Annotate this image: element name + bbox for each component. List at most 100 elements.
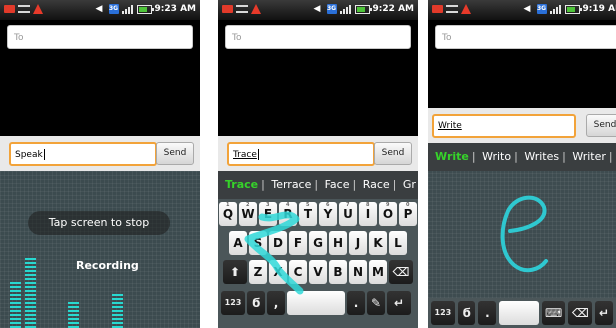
key-p[interactable]: 0P bbox=[399, 202, 417, 226]
level-meter-segment bbox=[112, 314, 123, 316]
suggestion-item[interactable]: Write bbox=[435, 150, 469, 163]
key-v[interactable]: V bbox=[309, 260, 327, 284]
level-meter-segment bbox=[25, 322, 36, 324]
key-f[interactable]: F bbox=[289, 231, 307, 255]
suggestion-item[interactable]: Race bbox=[363, 178, 390, 191]
compose-bar: Speak Send bbox=[0, 136, 200, 171]
screenshot-collage: ◀ 3G 9:23 AM To Speak Send Tap screen to… bbox=[0, 0, 616, 328]
suggestion-item[interactable]: Terrace bbox=[271, 178, 311, 191]
warning-icon bbox=[33, 4, 43, 14]
level-meter-segment bbox=[25, 286, 36, 288]
level-meter-segment bbox=[112, 318, 123, 320]
send-button[interactable]: Send bbox=[586, 114, 616, 137]
level-meter-segment bbox=[112, 298, 123, 300]
level-meter-segment bbox=[10, 302, 21, 304]
3g-icon: 3G bbox=[108, 4, 119, 14]
key-r[interactable]: 4R bbox=[279, 202, 297, 226]
voice-recording-panel[interactable]: Tap screen to stop Recording bbox=[0, 171, 200, 328]
level-meter-segment bbox=[10, 286, 21, 288]
message-input[interactable]: Trace bbox=[227, 142, 375, 166]
message-icon bbox=[432, 5, 443, 13]
swype-icon[interactable]: ϭ bbox=[457, 301, 476, 325]
message-icon bbox=[222, 5, 233, 13]
mic-icon[interactable]: ✎ bbox=[367, 291, 385, 315]
key-o[interactable]: 9O bbox=[379, 202, 397, 226]
message-input[interactable]: Speak bbox=[9, 142, 157, 166]
key-j[interactable]: J bbox=[349, 231, 367, 255]
comma-key[interactable]: , bbox=[267, 291, 285, 315]
recording-label: Recording bbox=[76, 259, 139, 272]
message-input[interactable]: Write bbox=[432, 114, 576, 138]
enter-icon[interactable]: ↵ bbox=[595, 301, 613, 325]
period-key[interactable]: . bbox=[347, 291, 365, 315]
level-meter-segment bbox=[112, 310, 123, 312]
suggestion-item[interactable]: Trace bbox=[225, 178, 258, 191]
level-meter-segment bbox=[25, 274, 36, 276]
level-meter-segment bbox=[25, 278, 36, 280]
phone-screen-speak: ◀ 3G 9:23 AM To Speak Send Tap screen to… bbox=[0, 0, 200, 328]
space-key[interactable] bbox=[287, 291, 345, 315]
to-field[interactable]: To bbox=[435, 25, 616, 49]
signal-icon bbox=[121, 4, 134, 14]
to-field[interactable]: To bbox=[225, 25, 411, 49]
key-b[interactable]: B bbox=[329, 260, 347, 284]
suggestion-item[interactable]: Writes bbox=[524, 150, 559, 163]
status-time: 9:22 AM bbox=[372, 4, 414, 14]
level-meter-segment bbox=[25, 270, 36, 272]
key-s[interactable]: S bbox=[249, 231, 267, 255]
key-g[interactable]: G bbox=[309, 231, 327, 255]
handwriting-area[interactable] bbox=[428, 171, 616, 298]
key-w[interactable]: 2W bbox=[239, 202, 257, 226]
key-k[interactable]: K bbox=[369, 231, 387, 255]
key-e[interactable]: 3E bbox=[259, 202, 277, 226]
send-button[interactable]: Send bbox=[374, 142, 412, 165]
level-meter-segment bbox=[25, 302, 36, 304]
key-u[interactable]: 7U bbox=[339, 202, 357, 226]
key-a[interactable]: A bbox=[229, 231, 247, 255]
level-meter-segment bbox=[10, 322, 21, 324]
keyboard-row-4: 123 ϭ , . ✎ ↵ bbox=[218, 291, 418, 317]
shift-icon[interactable]: ⬆ bbox=[223, 260, 247, 284]
message-text: Write bbox=[438, 121, 462, 131]
level-meter-bar bbox=[25, 256, 36, 328]
swype-icon[interactable]: ϭ bbox=[247, 291, 265, 315]
key-l[interactable]: L bbox=[389, 231, 407, 255]
level-meter-segment bbox=[25, 294, 36, 296]
suggestion-item[interactable]: Gr bbox=[403, 178, 416, 191]
level-meter-segment bbox=[25, 318, 36, 320]
status-time: 9:23 AM bbox=[154, 4, 196, 14]
key-z[interactable]: Z bbox=[249, 260, 267, 284]
send-button[interactable]: Send bbox=[156, 142, 194, 165]
status-bar: ◀ 3G 9:23 AM bbox=[0, 0, 200, 20]
level-meter-segment bbox=[25, 282, 36, 284]
keyboard-row-1: 1Q 2W 3E 4R 5T 6Y 7U 8I 9O 0P bbox=[218, 202, 418, 228]
key-m[interactable]: M bbox=[369, 260, 387, 284]
keyboard-icon[interactable]: ⌨ bbox=[541, 301, 566, 325]
message-text: Trace bbox=[233, 150, 257, 160]
suggestion-item[interactable]: Writo bbox=[482, 150, 511, 163]
suggestion-item[interactable]: Writer bbox=[572, 150, 606, 163]
suggestion-item[interactable]: Face bbox=[325, 178, 350, 191]
mute-icon: ◀ bbox=[95, 4, 103, 14]
key-i[interactable]: 8I bbox=[359, 202, 377, 226]
signal-icon bbox=[339, 4, 352, 14]
key-t[interactable]: 5T bbox=[299, 202, 317, 226]
space-key[interactable] bbox=[499, 301, 539, 325]
key-q[interactable]: 1Q bbox=[219, 202, 237, 226]
to-field[interactable]: To bbox=[7, 25, 193, 49]
period-key[interactable]: . bbox=[478, 301, 497, 325]
message-thread-area bbox=[428, 52, 616, 108]
level-meter-segment bbox=[10, 282, 21, 284]
backspace-icon[interactable]: ⌫ bbox=[389, 260, 413, 284]
symbols-key[interactable]: 123 bbox=[431, 301, 455, 325]
symbols-key[interactable]: 123 bbox=[221, 291, 245, 315]
enter-icon[interactable]: ↵ bbox=[387, 291, 411, 315]
key-n[interactable]: N bbox=[349, 260, 367, 284]
key-d[interactable]: D bbox=[269, 231, 287, 255]
key-y[interactable]: 6Y bbox=[319, 202, 337, 226]
3g-icon: 3G bbox=[536, 4, 547, 14]
key-h[interactable]: H bbox=[329, 231, 347, 255]
key-x[interactable]: X bbox=[269, 260, 287, 284]
key-c[interactable]: C bbox=[289, 260, 307, 284]
backspace-icon[interactable]: ⌫ bbox=[568, 301, 593, 325]
